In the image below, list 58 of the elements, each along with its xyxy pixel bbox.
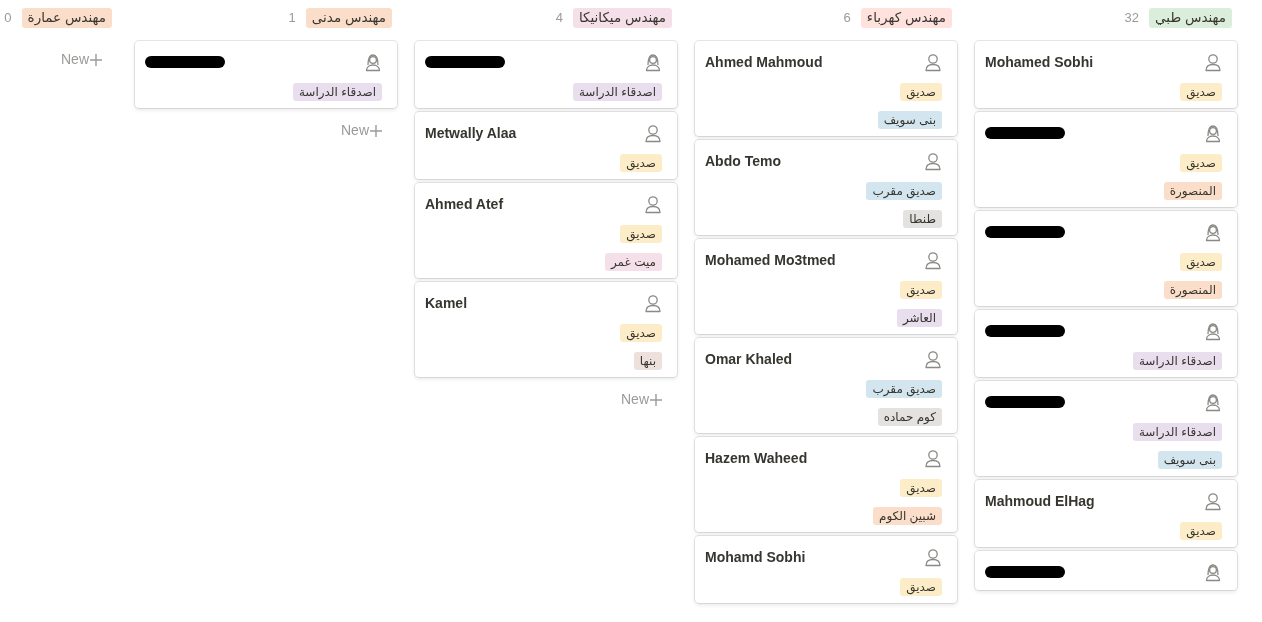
person-name: Ahmed Atef: [425, 194, 504, 214]
plus-icon: [90, 53, 102, 66]
card-count: 32: [1124, 9, 1140, 28]
tag: صديق: [1180, 253, 1222, 271]
tag: المنصورة: [1163, 281, 1222, 299]
column-label: مهندس مدنى: [305, 8, 392, 28]
person-name: Ahmed Mahmoud: [705, 52, 823, 72]
tag: صديق: [900, 479, 942, 497]
card-count: 0: [4, 9, 12, 28]
person-card[interactable]: [975, 551, 1237, 590]
column-label: مهندس ميكانيكا: [572, 8, 672, 28]
tag: العاشر: [896, 309, 942, 327]
tag: شبين الكوم: [873, 507, 942, 525]
person-name: Omar Khaled: [705, 349, 793, 369]
person-card[interactable]: اصدقاء الدراسة: [975, 310, 1237, 377]
tag: صديق: [900, 83, 942, 101]
plus-icon: [370, 124, 382, 137]
tag: اصدقاء الدراسة: [572, 83, 662, 101]
person-card[interactable]: اصدقاء الدراسة بنى سويف: [975, 381, 1237, 476]
person-card[interactable]: اصدقاء الدراسة: [135, 41, 397, 108]
tag: بنها: [633, 352, 662, 370]
tag: صديق مقرب: [866, 182, 942, 200]
person-name: Mohamed Mo3tmed: [705, 250, 836, 270]
person-name: Metwally Alaa: [425, 123, 517, 143]
tag: طنطا: [903, 210, 942, 228]
person-name: Kamel: [425, 293, 468, 313]
person-card[interactable]: صديق المنصورة: [975, 112, 1237, 207]
person-card[interactable]: اصدقاء الدراسة: [415, 41, 677, 108]
column-label: مهندس عمارة: [21, 8, 112, 28]
tag: صديق: [620, 324, 662, 342]
tag: صديق مقرب: [866, 380, 942, 398]
tag: المنصورة: [1163, 182, 1222, 200]
tag: صديق: [620, 154, 662, 172]
person-card[interactable]: صديق المنصورة: [975, 211, 1237, 306]
tag: كوم حماده: [877, 408, 942, 426]
card-count: 1: [288, 9, 296, 28]
card-count: 6: [843, 9, 851, 28]
column-label: مهندس كهرباء: [860, 8, 952, 28]
tag: اصدقاء الدراسة: [292, 83, 382, 101]
card-count: 4: [555, 9, 563, 28]
person-name: Abdo Temo: [705, 151, 781, 171]
tag: بنى سويف: [1157, 451, 1222, 469]
tag: صديق: [1180, 154, 1222, 172]
tag: صديق: [620, 225, 662, 243]
tag: اصدقاء الدراسة: [1132, 352, 1222, 370]
column-label: مهندس طبي: [1149, 8, 1232, 28]
tag: صديق: [1180, 83, 1222, 101]
tag: صديق: [900, 281, 942, 299]
person-name: Mahmoud ElHag: [985, 491, 1095, 511]
person-name: Mohamed Sobhi: [985, 52, 1094, 72]
plus-icon: [650, 393, 662, 406]
tag: اصدقاء الدراسة: [1132, 423, 1222, 441]
tag: ميت غمر: [605, 253, 662, 271]
person-name: Hazem Waheed: [705, 448, 808, 468]
tag: صديق: [1180, 522, 1222, 540]
tag: بنى سويف: [877, 111, 942, 129]
tag: صديق: [900, 578, 942, 596]
person-name: Mohamd Sobhi: [705, 547, 806, 567]
